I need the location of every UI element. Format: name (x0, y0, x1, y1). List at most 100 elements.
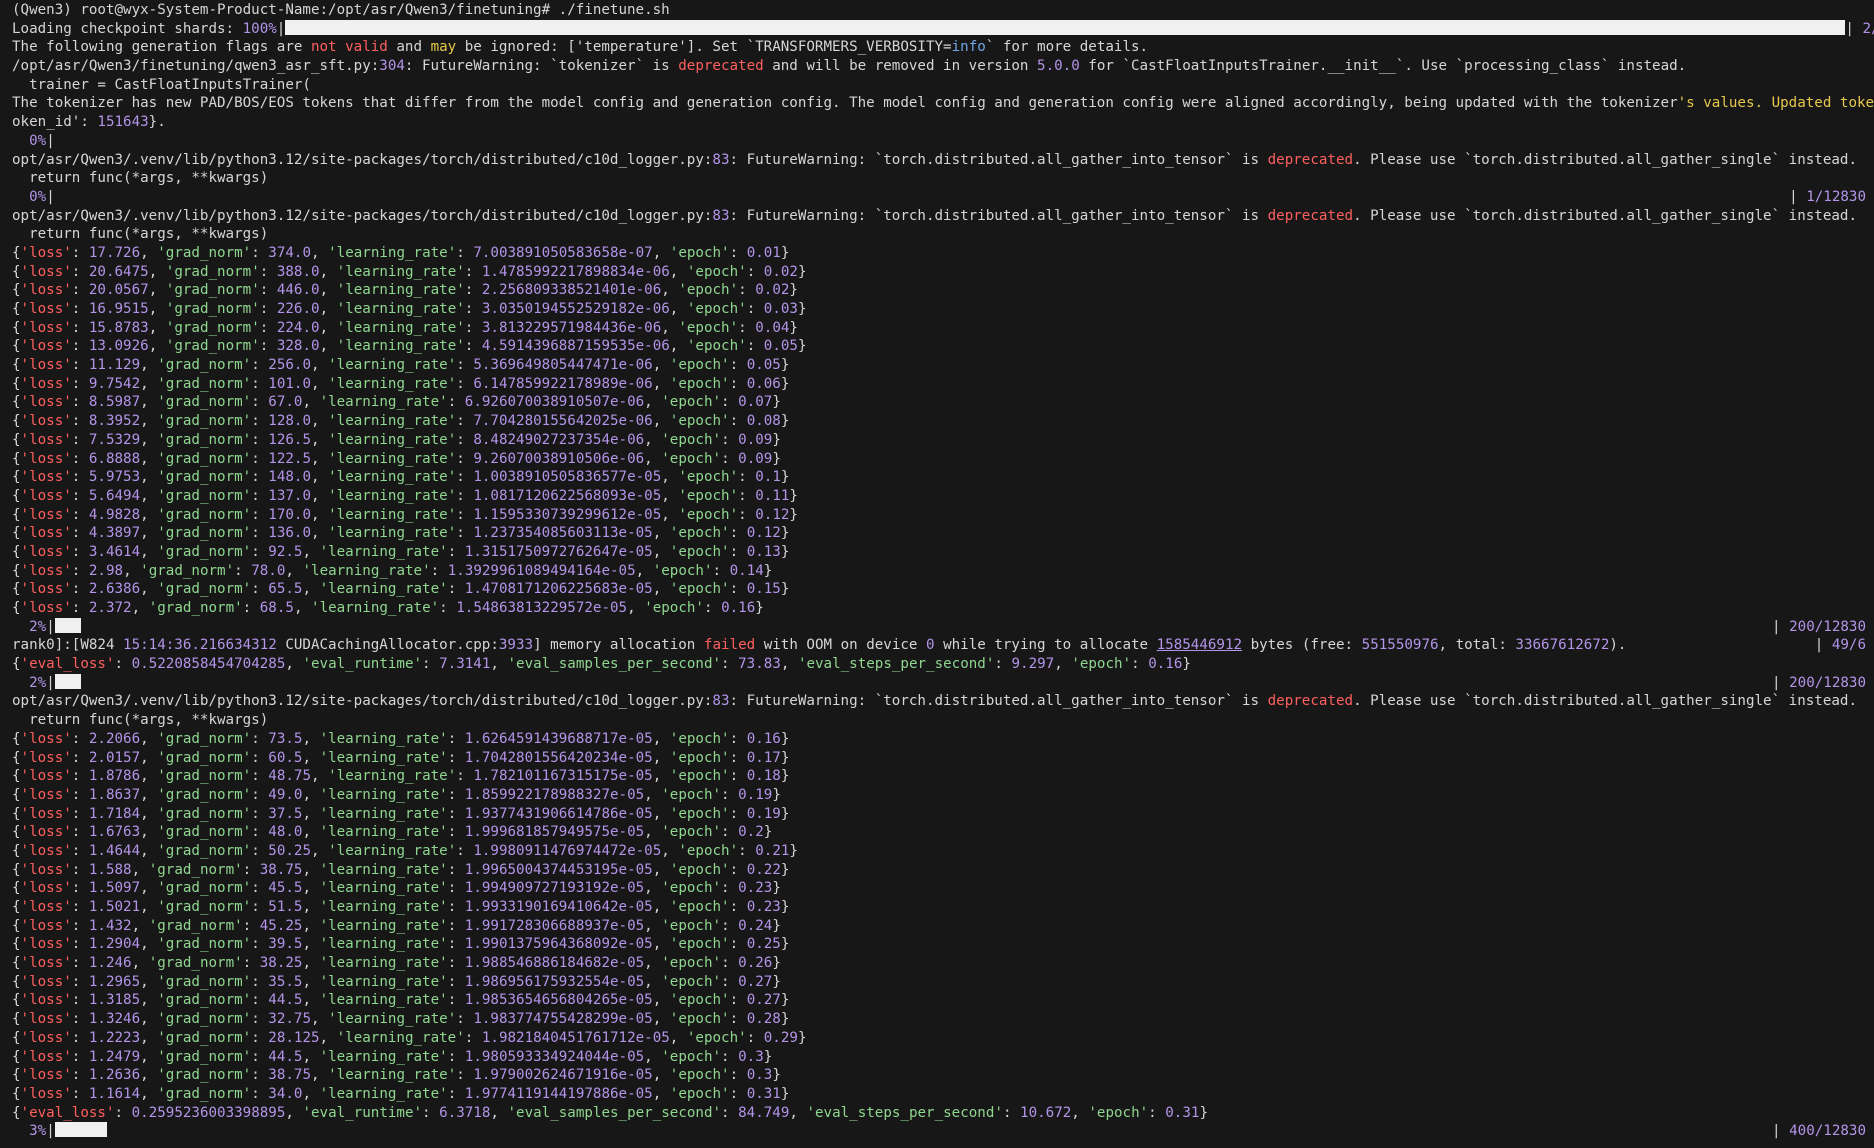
dict-punct: { (12, 562, 21, 579)
dict-key: 'loss' (20, 861, 72, 878)
dict-punct: : (71, 768, 89, 785)
dict-value: 4.9828 (88, 506, 141, 523)
log-metrics: {'loss': 9.7542, 'grad_norm': 101.0, 'le… (12, 376, 789, 392)
dict-value: 48.75 (268, 768, 312, 785)
dict-key: 'learning_rate' (319, 880, 448, 897)
dict-punct: : (259, 282, 277, 299)
dict-value: 1.237354085603113e-05 (473, 525, 653, 542)
dict-key: 'loss' (20, 263, 72, 280)
dict-key: 'loss' (20, 282, 72, 299)
log-metrics: {'loss': 8.3952, 'grad_norm': 128.0, 'le… (12, 413, 789, 429)
dict-punct: , (311, 244, 329, 261)
log-text: | (46, 618, 55, 635)
dict-punct: : (456, 450, 474, 467)
dict-value: 44.5 (268, 992, 303, 1009)
highlighted-token: 15:14:36.216634312 (123, 637, 277, 654)
log-metrics: {'loss': 15.8783, 'grad_norm': 224.0, 'l… (12, 320, 798, 336)
dict-punct: : (746, 338, 764, 355)
dict-punct: , (652, 992, 670, 1009)
dict-punct: , (302, 973, 320, 990)
dict-key: 'grad_norm' (157, 375, 252, 392)
log-metrics: {'loss': 4.9828, 'grad_norm': 170.0, 'le… (12, 507, 798, 523)
dict-key: 'loss' (20, 805, 72, 822)
log-text: Loading checkpoint shards: (12, 20, 243, 37)
dict-key: 'epoch' (661, 431, 722, 448)
dict-punct: } (763, 562, 773, 579)
dict-key: 'grad_norm' (148, 917, 243, 934)
dict-punct: : (422, 656, 440, 673)
dict-key: 'learning_rate' (336, 1029, 465, 1046)
dict-punct: , (148, 301, 166, 317)
dict-punct: : (729, 805, 747, 822)
dict-value: 78.0 (251, 562, 286, 579)
terminal-line: {'loss': 8.5987, 'grad_norm': 67.0, 'lea… (12, 393, 1874, 412)
dict-value: 2.2066 (88, 730, 141, 747)
log-metrics: {'loss': 1.7184, 'grad_norm': 37.5, 'lea… (12, 806, 789, 822)
terminal-line: /opt/asr/Qwen3/finetuning/qwen3_asr_sft.… (12, 57, 1874, 76)
dict-punct: : (729, 1085, 747, 1102)
terminal-line: {'loss': 5.9753, 'grad_norm': 148.0, 'le… (12, 468, 1874, 487)
dict-punct: { (12, 749, 21, 766)
terminal-line: opt/asr/Qwen3/.venv/lib/python3.12/site-… (12, 207, 1874, 226)
dict-punct: : (729, 899, 747, 915)
dict-value: 1.7042801556420234e-05 (464, 749, 653, 766)
dict-key: 'grad_norm' (157, 730, 252, 747)
dict-value: 28.125 (268, 1029, 320, 1046)
dict-value: 388.0 (276, 263, 320, 280)
dict-key: 'epoch' (661, 917, 722, 934)
dict-value: 8.48249027237354e-06 (473, 431, 645, 448)
dict-key: 'grad_norm' (157, 899, 252, 915)
dict-value: 1.9980911476974472e-05 (473, 842, 662, 859)
progress-value: 1/12830 (1797, 188, 1866, 205)
terminal-line: {'loss': 1.5097, 'grad_norm': 45.5, 'lea… (12, 879, 1874, 898)
dict-punct: } (780, 1011, 790, 1028)
dict-value: 92.5 (268, 543, 303, 560)
dict-key: 'epoch' (669, 730, 730, 747)
dict-punct: : (456, 768, 474, 785)
dict-punct: { (12, 581, 21, 598)
dict-punct: : (738, 842, 756, 859)
dict-punct: } (789, 282, 798, 299)
dict-key: 'grad_norm' (157, 880, 252, 897)
dict-punct: , (652, 1085, 670, 1102)
dict-punct: , (302, 786, 320, 803)
dict-punct: , (490, 656, 508, 673)
highlighted-token: 3933 (498, 637, 534, 654)
dict-punct: : (721, 450, 739, 467)
dict-key: 'grad_norm' (157, 1011, 252, 1028)
dict-key: 'eval_runtime' (302, 656, 423, 673)
dict-punct: : (721, 656, 739, 673)
dict-punct: , (652, 768, 670, 785)
dict-punct: : (251, 730, 269, 747)
log-metrics: {'loss': 4.3897, 'grad_norm': 136.0, 'le… (12, 525, 789, 541)
dict-punct: : (447, 880, 465, 897)
dict-value: 51.5 (268, 899, 303, 915)
dict-punct: } (772, 450, 781, 467)
log-metrics: {'loss': 16.9515, 'grad_norm': 226.0, 'l… (12, 301, 807, 317)
dict-punct: : (456, 506, 474, 523)
log-text: . Please use `torch.distributed.all_gath… (1353, 151, 1858, 168)
dict-punct: : (71, 824, 89, 841)
terminal-line: {'loss': 1.2965, 'grad_norm': 35.5, 'lea… (12, 973, 1874, 992)
dict-punct: : (71, 1048, 89, 1065)
dict-punct: } (780, 581, 790, 598)
dict-punct: , (140, 1048, 158, 1065)
terminal-line: {'loss': 1.8637, 'grad_norm': 49.0, 'lea… (12, 786, 1874, 805)
dict-punct: : (71, 955, 89, 972)
dict-value: 68.5 (259, 600, 294, 616)
dict-punct: , (652, 936, 670, 953)
dict-key: 'loss' (20, 768, 72, 785)
dict-key: 'grad_norm' (157, 581, 252, 598)
dict-punct: : (721, 786, 739, 803)
dict-punct: : (71, 357, 89, 374)
dict-value: 1.7184 (88, 805, 141, 822)
log-text: while trying to allocate (934, 637, 1157, 654)
dict-value: 0.19 (738, 786, 773, 803)
dict-punct: , (140, 992, 158, 1009)
dict-punct: : (994, 656, 1012, 673)
terminal-window[interactable]: (Qwen3) root@wyx-System-Product-Name:/op… (0, 0, 1874, 1148)
dict-key: 'grad_norm' (157, 469, 252, 486)
dict-punct: : (259, 338, 277, 355)
progress-bar-fill (54, 617, 81, 633)
dict-punct: { (12, 244, 21, 261)
